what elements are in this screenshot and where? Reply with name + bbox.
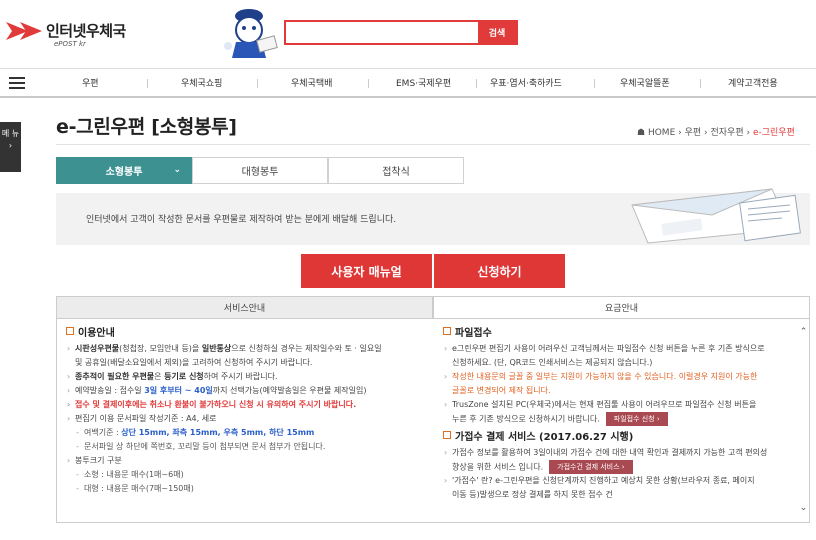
- scroll-up-icon[interactable]: ⌃: [798, 327, 809, 338]
- service-info-box: 인터넷에서 고객이 작성한 문서를 우편물로 제작하여 받는 분에게 배달해 드…: [56, 188, 810, 245]
- section-heading: 가접수 결제 서비스 (2017.06.27 시행): [443, 431, 793, 445]
- usage-guide-column: 이용안내 시판성우편물(청첩장, 모임안내 등)을 일반통상으로 신청하실 경우…: [66, 325, 432, 496]
- tab-small-envelope[interactable]: 소형봉투 ⌄: [56, 157, 192, 184]
- user-manual-button[interactable]: 사용자 매뉴얼: [301, 254, 432, 288]
- page-title: e-그린우편 [소형봉투]: [56, 116, 237, 138]
- list-item: 시판성우편물(청첩장, 모임안내 등)을 일반통상으로 신청하실 경우는 제작일…: [66, 342, 432, 356]
- envelope-illustration: [631, 188, 801, 244]
- scroll-down-icon[interactable]: ⌄: [798, 503, 809, 514]
- nav-item-shopping[interactable]: 우체국쇼핑: [181, 76, 222, 89]
- side-menu-label: 메 뉴: [1, 129, 20, 138]
- nav-item-contract[interactable]: 계약고객전용: [728, 76, 778, 89]
- nav-item-ems[interactable]: EMS·국제우편: [396, 76, 451, 89]
- tab-large-envelope[interactable]: 대형봉투: [192, 157, 328, 184]
- main-nav: 우편 우체국쇼핑 우체국택배 EMS·국제우편 우표·엽서·축하카드 우체국알뜰…: [0, 68, 816, 98]
- list-item-cont: 신청하세요. (단, QR코드 인쇄서비스는 제공되지 않습니다.): [452, 358, 653, 367]
- nav-separator: [368, 79, 369, 88]
- list-item: 편집기 이용 문서파일 작성기준 : A4, 세로: [66, 412, 432, 426]
- list-item: 문서파일 상 하단에 쪽번호, 꼬리말 등이 첨부되면 문서 첨부가 안됩니다.: [66, 440, 432, 454]
- list-item: TrusZone 설치된 PC(우체국)에서는 현재 편집툴 사용이 어려우므로…: [443, 398, 793, 412]
- tab-label: 소형봉투: [105, 167, 143, 178]
- tab-service-guide[interactable]: 서비스안내: [56, 296, 433, 319]
- list-item-warning: 접수 및 결제이후에는 취소나 환불이 불가하오니 신청 시 유의하여 주시기 …: [66, 398, 432, 412]
- list-item: e그린우편 편집기 사용이 어려우신 고객님께서는 파일접수 신청 버튼을 누른…: [443, 342, 793, 356]
- apply-button[interactable]: 신청하기: [434, 254, 565, 288]
- nav-separator: [700, 79, 701, 88]
- list-item: 가접수 정보를 활용하여 3일이내의 가접수 건에 대한 내역 확인과 결제까지…: [443, 446, 793, 460]
- tab-adhesive[interactable]: 접착식: [328, 157, 464, 184]
- brand-name: 인터넷우체국: [46, 22, 126, 40]
- breadcrumb-item[interactable]: 우편: [685, 128, 702, 138]
- mascot-image: [224, 9, 278, 58]
- nav-separator: [594, 79, 595, 88]
- menu-icon[interactable]: [9, 77, 25, 90]
- brand-sub: ePOST kr: [54, 40, 86, 48]
- list-item: 예약발송일 : 접수일 3일 후부터 ~ 40일까지 선택가능(예약발송일은 우…: [66, 384, 432, 398]
- section-heading: 파일접수: [443, 327, 793, 341]
- list-item: '가접수' 란? e-그린우편을 신청단계까지 진행하고 예상치 못한 상황(브…: [443, 474, 793, 488]
- list-item-cont: 글꼴로 변경되어 제작 됩니다.: [452, 386, 551, 395]
- top-bar: 인터넷우체국 ePOST kr 검색: [0, 0, 816, 68]
- section-heading: 이용안내: [66, 327, 432, 341]
- side-menu-tab[interactable]: 메 뉴 ›: [0, 122, 21, 172]
- tab-fee-guide[interactable]: 요금안내: [433, 296, 810, 319]
- divider: [56, 144, 810, 145]
- file-receipt-column: 파일접수 e그린우편 편집기 사용이 어려우신 고객님께서는 파일접수 신청 버…: [443, 325, 793, 502]
- list-item: 종추적이 필요한 우편물은 등기로 신청하여 주시기 바랍니다.: [66, 370, 432, 384]
- nav-separator: [257, 79, 258, 88]
- service-description: 인터넷에서 고객이 작성한 문서를 우편물로 제작하여 받는 분에게 배달해 드…: [86, 215, 397, 225]
- epost-logo[interactable]: 인터넷우체국 ePOST kr: [6, 14, 136, 54]
- envelope-type-tabs: 소형봉투 ⌄ 대형봉투 접착식: [56, 157, 464, 184]
- breadcrumb-item[interactable]: 전자우편: [710, 128, 743, 138]
- file-receipt-button[interactable]: 파일접수 신청 ›: [605, 412, 668, 426]
- chevron-down-icon: ⌄: [173, 165, 181, 175]
- list-item-cont: 향상을 위한 서비스 입니다. 가접수건 결제 서비스 ›: [443, 459, 793, 475]
- list-item: 대형 : 내용문 매수(7매~150매): [66, 482, 432, 496]
- nav-item-mobile[interactable]: 우체국알뜰폰: [620, 76, 670, 89]
- scrollbar[interactable]: ⌃ ⌄: [798, 319, 809, 522]
- list-item-cont: 누른 후 기존 방식으로 신청하시기 바랍니다. 파일접수 신청 ›: [443, 412, 793, 427]
- nav-item-stamps[interactable]: 우표·엽서·축하카드: [490, 76, 562, 89]
- service-guide-panel[interactable]: 이용안내 시판성우편물(청첩장, 모임안내 등)을 일반통상으로 신청하실 경우…: [56, 319, 810, 523]
- breadcrumb: ☗ HOME › 우편 › 전자우편 › e-그린우편: [637, 128, 795, 138]
- breadcrumb-home[interactable]: HOME: [648, 128, 675, 138]
- list-item-notice: 작성한 내용문의 글꼴 중 일부는 지원이 가능하지 않을 수 있습니다. 이럴…: [443, 370, 793, 384]
- list-item-cont: 및 공휴일(배달소요일에서 제외)을 고려하여 신청하여 주시기 바랍니다.: [75, 358, 313, 367]
- list-item-cont: 이동 등)발생으로 정상 결제를 하지 못한 접수 건: [452, 490, 613, 499]
- content-tabs: 서비스안내 요금안내: [56, 296, 810, 319]
- nav-separator: [147, 79, 148, 88]
- list-item: 여백기준 : 상단 15mm, 좌측 15mm, 우측 5mm, 하단 15mm: [66, 426, 432, 440]
- search-button[interactable]: 검색: [478, 22, 516, 43]
- page: 인터넷우체국 ePOST kr 검색 우편 우체국쇼핑 우체국택배 EMS·국제…: [0, 0, 816, 540]
- list-item: 소형 : 내용문 매수(1매~6매): [66, 468, 432, 482]
- breadcrumb-current: e-그린우편: [752, 128, 795, 138]
- nav-item-mail[interactable]: 우편: [82, 76, 99, 89]
- epost-logo-icon: [6, 22, 42, 40]
- nav-item-parcel[interactable]: 우체국택배: [291, 76, 332, 89]
- list-item: 봉투크기 구분: [66, 454, 432, 468]
- search-box: 검색: [284, 20, 518, 45]
- nav-separator: [476, 79, 477, 88]
- home-icon: ☗: [637, 128, 646, 138]
- search-input[interactable]: [286, 22, 478, 43]
- pre-receipt-payment-button[interactable]: 가접수건 결제 서비스 ›: [549, 459, 633, 474]
